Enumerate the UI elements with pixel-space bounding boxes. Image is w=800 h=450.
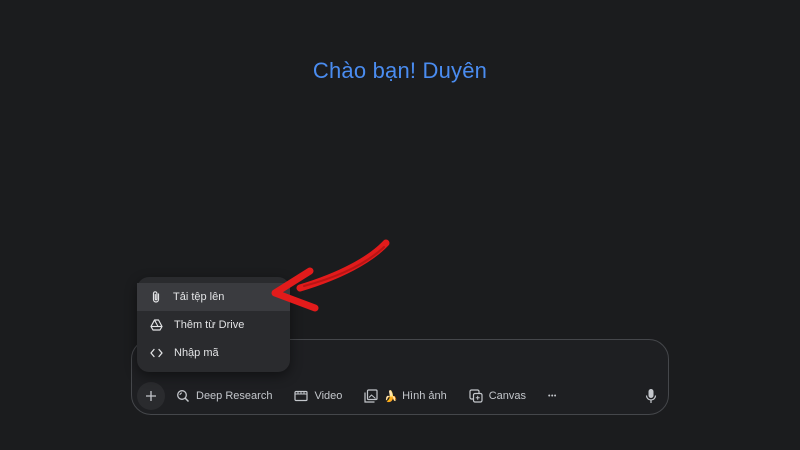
video-button[interactable]: Video (294, 390, 342, 402)
canvas-label: Canvas (488, 390, 527, 402)
menu-item-label: Nhập mã (174, 347, 219, 359)
drive-icon (150, 319, 163, 331)
attachment-menu: Tải tệp lên Thêm từ Drive Nhập mã (137, 277, 290, 372)
gemini-page: Chào bạn! Duyên Deep Research Video 🍌 Hì… (0, 0, 800, 450)
menu-item-upload-file[interactable]: Tải tệp lên (137, 283, 290, 311)
menu-item-import-code[interactable]: Nhập mã (137, 339, 290, 367)
more-icon: ••• (548, 392, 557, 400)
add-attachment-button[interactable] (137, 382, 165, 410)
menu-item-add-from-drive[interactable]: Thêm từ Drive (137, 311, 290, 339)
banana-emoji: 🍌 (384, 390, 399, 403)
composer-toolbar: Deep Research Video 🍌 Hình ảnh Canvas ••… (176, 388, 579, 404)
image-label: Hình ảnh (402, 390, 447, 402)
canvas-icon (469, 389, 483, 403)
menu-item-label: Tải tệp lên (173, 291, 225, 303)
image-button[interactable]: 🍌 Hình ảnh (364, 389, 447, 403)
deep-research-icon (177, 390, 190, 403)
menu-item-label: Thêm từ Drive (174, 319, 245, 331)
code-icon (150, 348, 163, 358)
microphone-icon[interactable] (644, 388, 658, 404)
video-icon (294, 390, 309, 402)
video-label: Video (314, 390, 343, 402)
greeting-title: Chào bạn! Duyên (312, 58, 488, 83)
paperclip-icon (152, 291, 160, 303)
deep-research-button[interactable]: Deep Research (176, 389, 272, 403)
plus-icon (146, 391, 156, 401)
canvas-button[interactable]: Canvas (469, 389, 526, 403)
image-icon (364, 389, 378, 403)
annotation-arrow (271, 239, 390, 312)
deep-research-label: Deep Research (196, 390, 273, 402)
more-tools-button[interactable]: ••• (548, 393, 557, 400)
